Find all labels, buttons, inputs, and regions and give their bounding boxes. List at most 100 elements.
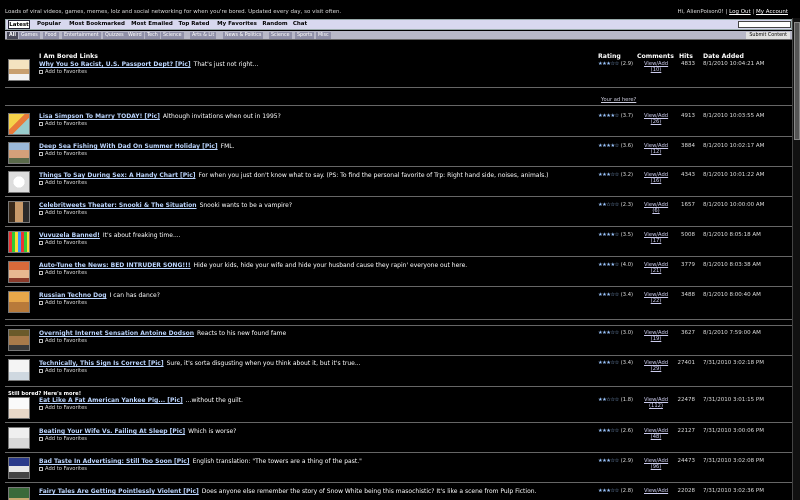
link-title-text[interactable]: Beating Your Wife Vs. Failing At Sleep [… [39,428,185,435]
comment-count[interactable]: (19) [651,336,662,342]
my-account-link[interactable]: My Account [756,9,788,15]
rating-stars[interactable]: ★★★★☆ [598,113,619,119]
add-to-favorites[interactable]: Add to Favorites [39,368,87,374]
rating-stars[interactable]: ★★★☆☆ [598,488,619,494]
scrollbar-thumb[interactable] [794,22,800,140]
link-title-text[interactable]: Deep Sea Fishing With Dad On Summer Holi… [39,143,218,150]
comment-count[interactable]: (29) [651,366,662,372]
rating-stars[interactable]: ★★★☆☆ [598,172,619,178]
rating-stars[interactable]: ★★★★☆ [598,232,619,238]
tab-latest[interactable]: Latest [8,20,30,29]
add-to-favorites-label: Add to Favorites [45,69,87,75]
rating-stars[interactable]: ★★☆☆☆ [598,397,619,403]
tab-random[interactable]: Random [260,20,290,29]
rating-stars[interactable]: ★★★★☆ [598,143,619,149]
tab-my-favorites[interactable]: My Favorites [214,20,260,29]
link-title-text[interactable]: Bad Taste In Advertising: Still Too Soon… [39,458,190,465]
category-food[interactable]: Food [43,32,59,39]
tab-popular[interactable]: Popular [34,20,64,29]
link-title: Celebritweets Theater: Snooki & The Situ… [39,202,292,209]
rating-stars[interactable]: ★★★☆☆ [598,458,619,464]
date-added: 8/1/2010 10:00:00 AM [703,202,765,208]
comment-count[interactable]: (16) [651,178,662,184]
thumbnail-image[interactable] [8,201,30,223]
category-arts-lit[interactable]: Arts & Lit [190,32,217,39]
rating-stars[interactable]: ★★★☆☆ [598,61,619,67]
link-title-text[interactable]: Why You So Racist, U.S. Passport Dept? [… [39,61,191,68]
tab-most-emailed[interactable]: Most Emailed [128,20,176,29]
comment-count[interactable]: (22) [651,298,662,304]
rating-stars[interactable]: ★★★☆☆ [598,330,619,336]
link-title-text[interactable]: Auto-Tune the News: BED INTRUDER SONG!!! [39,262,191,269]
add-to-favorites[interactable]: Add to Favorites [39,338,87,344]
rating-stars[interactable]: ★★★☆☆ [598,292,619,298]
thumbnail-image[interactable] [8,359,30,381]
link-title-text[interactable]: Technically, This Sign Is Correct [Pic] [39,360,164,367]
link-title-text[interactable]: Eat Like A Fat American Yankee Pig... [P… [39,397,183,404]
thumbnail-image[interactable] [8,231,30,253]
comment-count[interactable]: (12) [651,149,662,155]
submit-content-button[interactable]: Submit Content [746,32,790,39]
vertical-scrollbar[interactable] [792,18,800,500]
search-input[interactable] [738,21,791,28]
add-to-favorites[interactable]: Add to Favorites [39,300,87,306]
link-title-text[interactable]: Overnight Internet Sensation Antoine Dod… [39,330,194,337]
add-to-favorites[interactable]: Add to Favorites [39,180,87,186]
comment-count[interactable]: (10) [651,67,662,73]
comment-count[interactable]: (26) [651,119,662,125]
add-to-favorites[interactable]: Add to Favorites [39,121,87,127]
thumbnail-image[interactable] [8,59,30,81]
thumbnail-image[interactable] [8,427,30,449]
tab-chat[interactable]: Chat [290,20,310,29]
add-to-favorites[interactable]: Add to Favorites [39,405,87,411]
category-misc[interactable]: Misc [316,32,331,39]
thumbnail-image[interactable] [8,113,30,135]
thumbnail-image[interactable] [8,487,30,500]
category-quizzes[interactable]: Quizzes [103,32,126,39]
category-news-politics[interactable]: News & Politics [223,32,264,39]
link-title-text[interactable]: Celebritweets Theater: Snooki & The Situ… [39,202,197,209]
comment-count[interactable]: (48) [651,434,662,440]
link-title-text[interactable]: Things To Say During Sex: A Handy Chart … [39,172,196,179]
category-science-2[interactable]: Science [269,32,292,39]
comment-count[interactable]: (21) [651,268,662,274]
add-to-favorites[interactable]: Add to Favorites [39,466,87,472]
category-games[interactable]: Games [19,32,40,39]
thumbnail-image[interactable] [8,397,30,419]
comment-count[interactable]: (6) [652,208,659,214]
tab-top-rated[interactable]: Top Rated [176,20,212,29]
ad-link[interactable]: Your ad here? [601,97,636,103]
category-entertainment[interactable]: Entertainment [62,32,101,39]
rating-stars[interactable]: ★★★☆☆ [598,428,619,434]
rating-stars[interactable]: ★★☆☆☆ [598,202,619,208]
category-science[interactable]: Science [161,32,184,39]
add-to-favorites[interactable]: Add to Favorites [39,210,87,216]
link-title-text[interactable]: Fairy Tales Are Getting Pointlessly Viol… [39,488,199,495]
link-title-text[interactable]: Vuvuzela Banned! [39,232,100,239]
thumbnail-image[interactable] [8,329,30,351]
link-title-text[interactable]: Lisa Simpson To Marry TODAY! [Pic] [39,113,160,120]
add-to-favorites[interactable]: Add to Favorites [39,151,87,157]
thumbnail-image[interactable] [8,142,30,164]
add-to-favorites[interactable]: Add to Favorites [39,270,87,276]
thumbnail-image[interactable] [8,171,30,193]
thumbnail-image[interactable] [8,261,30,283]
add-to-favorites[interactable]: Add to Favorites [39,69,87,75]
category-all[interactable]: All [7,32,19,39]
link-title-text[interactable]: Russian Techno Dog [39,292,107,299]
comment-count[interactable]: (96) [651,464,662,470]
add-to-favorites[interactable]: Add to Favorites [39,436,87,442]
tab-most-bookmarked[interactable]: Most Bookmarked [68,20,126,29]
view-add-comments-link[interactable]: View/Add [644,488,668,494]
rating-stars[interactable]: ★★★★☆ [598,262,619,268]
category-tech[interactable]: Tech [145,32,160,39]
category-weird[interactable]: Weird [126,32,144,39]
comment-count[interactable]: (112) [649,403,663,409]
comment-count[interactable]: (17) [651,238,662,244]
thumbnail-image[interactable] [8,457,30,479]
add-to-favorites[interactable]: Add to Favorites [39,240,87,246]
category-sports[interactable]: Sports [295,32,315,39]
logout-link[interactable]: Log Out [729,9,751,15]
rating-stars[interactable]: ★★★☆☆ [598,360,619,366]
thumbnail-image[interactable] [8,291,30,313]
